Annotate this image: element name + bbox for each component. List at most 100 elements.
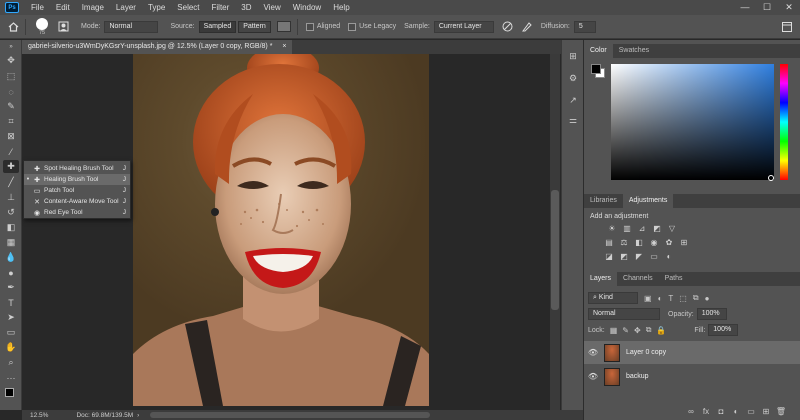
fg-color-swatch[interactable] [591, 64, 601, 74]
flyout-item-content-aware-move[interactable]: ✕ Content-Aware Move Tool J [24, 196, 130, 207]
color-balance-icon[interactable]: ⚖ [619, 238, 629, 247]
tab-paths[interactable]: Paths [659, 272, 689, 286]
smart-object-filter-icon[interactable]: ⧉ [693, 293, 699, 303]
brush-settings-icon[interactable] [58, 21, 69, 32]
link-layers-icon[interactable]: ∞ [686, 406, 696, 416]
marquee-tool-icon[interactable]: ⬚ [3, 70, 19, 83]
healing-brush-tool-icon[interactable]: ✚ [3, 160, 19, 173]
exposure-icon[interactable]: ◩ [652, 224, 662, 233]
lock-artboard-icon[interactable]: ⧉ [646, 325, 652, 335]
lasso-tool-icon[interactable]: ◌ [3, 85, 19, 98]
tab-channels[interactable]: Channels [617, 272, 659, 286]
source-sampled-button[interactable]: Sampled [198, 20, 237, 33]
brush-settings-panel-icon[interactable]: ↗ [566, 94, 580, 106]
color-picker-cursor[interactable] [768, 175, 774, 181]
history-icon[interactable]: ⊞ [566, 50, 580, 62]
brush-tool-icon[interactable]: ╱ [3, 176, 19, 189]
layer-style-icon[interactable]: fx [701, 406, 711, 416]
menu-filter[interactable]: Filter [206, 3, 236, 12]
pattern-picker-icon[interactable] [276, 21, 291, 32]
black-white-icon[interactable]: ◧ [634, 238, 644, 247]
aligned-checkbox[interactable]: Aligned [305, 22, 340, 31]
eraser-tool-icon[interactable]: ◧ [3, 221, 19, 234]
pen-tool-icon[interactable]: ✒ [3, 281, 19, 294]
delete-layer-icon[interactable]: 🗑 [776, 406, 786, 416]
visibility-eye-icon[interactable]: 👁 [586, 348, 600, 357]
crop-tool-icon[interactable]: ⌗ [3, 115, 19, 128]
tab-layers[interactable]: Layers [584, 272, 618, 286]
hand-tool-icon[interactable]: ✋ [3, 341, 19, 354]
maximize-button[interactable]: ☐ [756, 0, 778, 15]
menu-type[interactable]: Type [142, 3, 171, 12]
sample-select[interactable]: Current Layer [433, 20, 494, 33]
threshold-icon[interactable]: ◤ [634, 252, 644, 261]
curves-icon[interactable]: ⊿ [637, 224, 647, 233]
tab-libraries[interactable]: Libraries [584, 194, 623, 208]
adjustment-filter-icon[interactable]: ◐ [658, 294, 663, 303]
layer-name[interactable]: backup [626, 373, 649, 380]
hue-slider[interactable] [780, 64, 788, 180]
fill-field[interactable]: 100% [708, 324, 739, 336]
dodge-tool-icon[interactable]: ● [3, 266, 19, 279]
close-window-button[interactable]: ✕ [778, 0, 800, 15]
photo-filter-icon[interactable]: ◉ [649, 238, 659, 247]
type-filter-icon[interactable]: T [668, 294, 673, 303]
gradient-tool-icon[interactable]: ▦ [3, 236, 19, 249]
pixel-filter-icon[interactable]: ▣ [644, 294, 652, 303]
foreground-color-swatch[interactable] [5, 388, 14, 397]
document-image[interactable] [133, 54, 429, 406]
history-brush-tool-icon[interactable]: ↺ [3, 206, 19, 219]
minimize-button[interactable]: — [734, 0, 756, 15]
selective-color-icon[interactable]: ◐ [664, 252, 674, 261]
lock-position-icon[interactable]: ✥ [634, 326, 641, 335]
clone-stamp-tool-icon[interactable]: ⊥ [3, 191, 19, 204]
layer-mask-icon[interactable]: ◘ [716, 406, 726, 416]
color-lookup-icon[interactable]: ⊞ [679, 238, 689, 247]
frame-tool-icon[interactable]: ⊠ [3, 130, 19, 143]
lock-transparent-icon[interactable]: ▦ [610, 326, 618, 335]
lock-image-icon[interactable]: ✎ [622, 326, 629, 335]
menu-help[interactable]: Help [327, 3, 355, 12]
levels-icon[interactable]: ▥ [622, 224, 632, 233]
menu-3d[interactable]: 3D [235, 3, 257, 12]
adjustments-panel-icon[interactable]: ⚌ [566, 114, 580, 126]
tab-swatches[interactable]: Swatches [613, 44, 655, 58]
gradient-map-icon[interactable]: ▭ [649, 252, 659, 261]
workspace-icon[interactable] [782, 21, 792, 32]
opacity-field[interactable]: 100% [696, 308, 727, 320]
layer-row[interactable]: 👁 backup [584, 365, 800, 388]
home-icon[interactable] [8, 21, 19, 32]
lock-all-icon[interactable]: 🔒 [656, 326, 666, 335]
menu-image[interactable]: Image [76, 3, 110, 12]
more-tools-icon[interactable]: ··· [3, 371, 19, 384]
eyedropper-tool-icon[interactable]: ⁄ [3, 145, 19, 158]
blend-mode-select[interactable]: Normal [588, 308, 660, 320]
ignore-adjustment-layers-icon[interactable] [502, 21, 513, 32]
zoom-level[interactable]: 12.5% [30, 412, 48, 419]
rectangle-tool-icon[interactable]: ▭ [3, 326, 19, 339]
flyout-item-healing-brush[interactable]: • ✚ Healing Brush Tool J [24, 174, 130, 185]
move-tool-icon[interactable]: ✥ [3, 54, 19, 67]
properties-icon[interactable]: ⚙ [566, 72, 580, 84]
new-layer-icon[interactable]: ⊞ [761, 406, 771, 416]
use-legacy-checkbox[interactable]: Use Legacy [348, 22, 396, 31]
hue-saturation-icon[interactable]: ▤ [604, 238, 614, 247]
brightness-contrast-icon[interactable]: ☀ [607, 224, 617, 233]
horizontal-scroll-thumb[interactable] [150, 412, 430, 418]
posterize-icon[interactable]: ◩ [619, 252, 629, 261]
shape-filter-icon[interactable]: ⬚ [679, 294, 687, 303]
menu-edit[interactable]: Edit [50, 3, 76, 12]
vibrance-icon[interactable]: ▽ [667, 224, 677, 233]
flyout-item-red-eye[interactable]: ◉ Red Eye Tool J [24, 207, 130, 218]
menu-select[interactable]: Select [171, 3, 205, 12]
adjustment-layer-icon[interactable]: ◐ [731, 406, 741, 416]
layer-name[interactable]: Layer 0 copy [626, 349, 666, 356]
flyout-item-patch[interactable]: ▭ Patch Tool J [24, 185, 130, 196]
menu-file[interactable]: File [25, 3, 50, 12]
channel-mixer-icon[interactable]: ✿ [664, 238, 674, 247]
zoom-tool-icon[interactable]: ⌕ [3, 356, 19, 369]
menu-view[interactable]: View [258, 3, 287, 12]
type-tool-icon[interactable]: T [3, 296, 19, 309]
diffusion-select[interactable]: 5 [573, 20, 596, 33]
vertical-scroll-thumb[interactable] [551, 190, 559, 310]
